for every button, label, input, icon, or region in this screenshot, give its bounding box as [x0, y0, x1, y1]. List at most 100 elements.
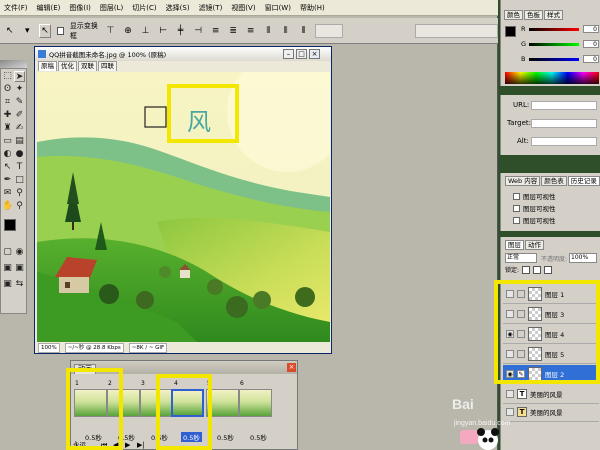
visibility-toggle[interactable] [506, 290, 514, 298]
history-brush-icon[interactable]: ✍ [14, 123, 25, 134]
menu-edit[interactable]: 编辑(E) [37, 3, 61, 13]
history-item[interactable]: 图层可视性 [513, 215, 556, 225]
tab-color-table[interactable]: 颜色表 [541, 176, 567, 186]
opacity-field[interactable]: 100% [569, 253, 597, 263]
align-middle-icon[interactable]: ⊕ [122, 24, 134, 38]
visibility-toggle[interactable] [506, 390, 514, 398]
tab-color[interactable]: 颜色 [504, 10, 523, 20]
tab-layers[interactable]: 图层 [505, 240, 524, 250]
distribute-bottom-icon[interactable]: ≡ [245, 24, 257, 38]
blue-value[interactable]: 0 [583, 55, 599, 63]
frame-delay[interactable]: 0.5秒 [250, 432, 267, 442]
blend-mode-select[interactable]: 正常 [505, 253, 537, 263]
next-frame-icon[interactable]: ▶| [137, 441, 145, 449]
selection-tool-icon[interactable]: ↖ [39, 23, 51, 38]
frame-thumbnail-6[interactable] [239, 389, 272, 417]
move-tool-icon[interactable]: ↖ [4, 24, 16, 38]
align-right-icon[interactable]: ⊣ [192, 24, 204, 38]
menu-window[interactable]: 窗口(W) [265, 3, 291, 13]
brush-tool-icon[interactable]: ✐ [14, 110, 25, 121]
align-top-icon[interactable]: ⊤ [105, 24, 117, 38]
menu-image[interactable]: 图像(I) [69, 3, 91, 13]
frame-delay[interactable]: 0.5秒 [217, 432, 234, 442]
frame-thumbnail-2[interactable] [107, 389, 140, 417]
play-icon[interactable]: ▶ [125, 441, 130, 449]
prev-frame-icon[interactable]: ◀ [113, 441, 118, 449]
foreground-color-swatch[interactable] [4, 219, 16, 231]
move-tool-icon[interactable]: ➤ [14, 71, 25, 82]
layer-row-selected[interactable]: ◉ ✎ 图层 2 [503, 365, 599, 384]
menu-help[interactable]: 帮助(H) [300, 3, 325, 13]
visibility-toggle[interactable] [506, 310, 514, 318]
link-toggle[interactable] [517, 290, 525, 298]
alt-field[interactable] [531, 137, 597, 146]
stamp-tool-icon[interactable]: ♜ [2, 123, 13, 134]
green-value[interactable]: 0 [583, 40, 599, 48]
link-toggle[interactable] [517, 350, 525, 358]
tab-swatches[interactable]: 色板 [524, 10, 543, 20]
zoom-tool-icon[interactable]: ⚲ [14, 201, 25, 212]
tab-history[interactable]: 历史记录 [567, 176, 600, 186]
lock-all-checkbox[interactable] [544, 265, 553, 274]
history-item[interactable]: 图层可视性 [513, 191, 556, 201]
visibility-toggle-eye-icon[interactable]: ◉ [506, 330, 514, 338]
screen-mode-1-icon[interactable]: ▣ [2, 263, 13, 274]
type-tool-icon[interactable]: T [14, 162, 25, 173]
green-slider[interactable] [529, 43, 579, 46]
path-select-icon[interactable]: ↖ [2, 162, 13, 173]
tab-web-content[interactable]: Web 内容 [505, 176, 541, 186]
tab-original[interactable]: 原稿 [38, 61, 57, 71]
menu-filter[interactable]: 滤镜(T) [199, 3, 223, 13]
close-button[interactable]: × [309, 49, 320, 59]
lock-position-checkbox[interactable] [533, 265, 542, 274]
blue-slider[interactable] [529, 58, 579, 61]
link-toggle[interactable] [517, 310, 525, 318]
pen-tool-icon[interactable]: ✒ [2, 175, 13, 186]
marquee-tool-icon[interactable]: ⬚ [2, 71, 13, 82]
lasso-tool-icon[interactable]: ʘ [2, 84, 13, 95]
red-slider[interactable] [529, 28, 579, 31]
hand-tool-icon[interactable]: ✋ [2, 201, 13, 212]
tab-styles[interactable]: 样式 [544, 10, 563, 20]
distribute-left-icon[interactable]: ⦀ [262, 24, 274, 38]
visibility-toggle-eye-icon[interactable]: ◉ [506, 370, 514, 378]
menu-view[interactable]: 视图(V) [231, 3, 255, 13]
layer-row[interactable]: ◉ 图层 4 [503, 325, 599, 344]
frame-thumbnail-5[interactable] [206, 389, 239, 417]
frame-thumbnail-1[interactable] [74, 389, 107, 417]
rewind-icon[interactable]: ⏮ [101, 441, 107, 450]
healing-tool-icon[interactable]: ✚ [2, 110, 13, 121]
visibility-toggle[interactable] [506, 408, 514, 416]
minimize-button[interactable]: – [283, 49, 294, 59]
align-center-icon[interactable]: ╪ [175, 24, 187, 38]
link-toggle[interactable] [517, 330, 525, 338]
target-field[interactable] [531, 119, 597, 128]
layer-row[interactable]: 图层 3 [503, 305, 599, 324]
tab-actions[interactable]: 动作 [525, 240, 544, 250]
color-spectrum[interactable] [505, 72, 599, 84]
distribute-center-icon[interactable]: ⦀ [280, 24, 292, 38]
menu-slice[interactable]: 切片(C) [132, 3, 156, 13]
history-item[interactable]: 图层可视性 [513, 203, 556, 213]
url-field[interactable] [531, 101, 597, 110]
frame-delay[interactable]: 0.5秒 [151, 432, 168, 442]
align-bottom-icon[interactable]: ⊥ [140, 24, 152, 38]
show-transform-checkbox[interactable] [56, 26, 64, 35]
file-size[interactable]: ~8K / ~ GIF [128, 342, 168, 353]
eyedropper-icon[interactable]: ⚲ [14, 188, 25, 199]
dropdown-arrow-icon[interactable]: ▾ [22, 24, 34, 38]
menu-file[interactable]: 文件(F) [4, 3, 28, 13]
loop-select[interactable]: 永远 [73, 441, 97, 450]
tab-4up[interactable]: 四联 [98, 61, 117, 71]
visibility-toggle[interactable] [506, 350, 514, 358]
maximize-button[interactable]: □ [296, 49, 307, 59]
menu-select[interactable]: 选择(S) [166, 3, 190, 13]
panel-close-icon[interactable]: × [287, 363, 296, 372]
notes-tool-icon[interactable]: ✉ [2, 188, 13, 199]
standard-mode-icon[interactable]: ▢ [2, 247, 13, 258]
tab-2up[interactable]: 双联 [78, 61, 97, 71]
quickmask-mode-icon[interactable]: ◉ [14, 247, 25, 258]
tab-animation[interactable]: 动画 [74, 364, 96, 374]
eraser-tool-icon[interactable]: ▭ [2, 136, 13, 147]
screen-mode-2-icon[interactable]: ▣ [14, 263, 25, 274]
